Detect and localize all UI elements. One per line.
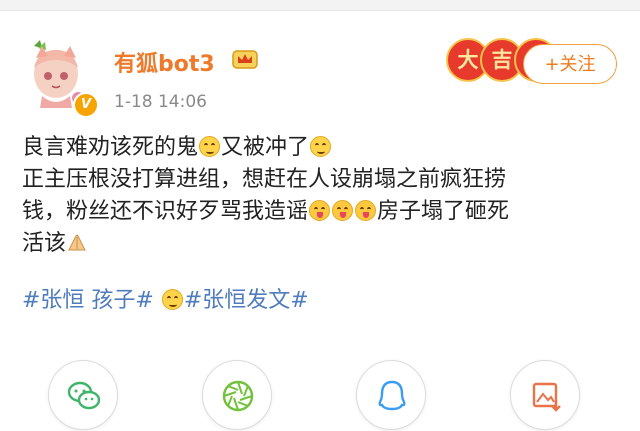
hashtag-link[interactable]: #张恒 孩子#	[22, 288, 154, 313]
post-text-segment: 房子塌了砸死	[377, 199, 510, 224]
post-text-segment: 良言难劝该死的鬼	[22, 135, 199, 160]
grimace-emoji-icon	[310, 136, 332, 157]
follow-button[interactable]: +关注	[523, 44, 617, 84]
grimace-emoji-icon	[199, 136, 221, 157]
verified-badge-icon: V	[73, 92, 99, 118]
grimace-emoji-icon	[161, 289, 183, 310]
post-timestamp: 1-18 14:06	[114, 92, 207, 112]
tongue-emoji-icon	[309, 200, 331, 221]
post-text-segment: 又被冲了	[221, 135, 310, 160]
post-line-4: 活该	[22, 228, 622, 260]
post-tags: #张恒 孩子# #张恒发文#	[22, 285, 309, 317]
crown-icon[interactable]	[232, 48, 258, 70]
share-row	[0, 360, 640, 431]
share-wechat-button[interactable]	[48, 360, 118, 430]
qq-icon	[378, 380, 406, 411]
post-text-segment: 活该	[22, 231, 67, 256]
post-body: 良言难劝该死的鬼 又被冲了 正主压根没打算进组，想赶在人设崩塌之前疯狂捞 钱，粉丝…	[22, 132, 622, 260]
top-divider	[0, 0, 640, 11]
post-text-segment: 正主压根没打算进组，想赶在人设崩塌之前疯狂捞	[22, 167, 507, 192]
tongue-emoji-icon	[355, 200, 377, 221]
username[interactable]: 有狐bot3	[114, 46, 215, 78]
post-text-segment: 钱，粉丝还不识好歹骂我造谣	[22, 199, 309, 224]
share-moments-button[interactable]	[202, 360, 272, 430]
post-line-2: 正主压根没打算进组，想赶在人设崩塌之前疯狂捞	[22, 164, 622, 196]
moments-icon	[222, 380, 254, 412]
hashtag-link[interactable]: #张恒发文#	[184, 288, 309, 313]
save-image-button[interactable]	[510, 360, 580, 430]
share-qq-button[interactable]	[356, 360, 426, 430]
weibo-post-screen: V 有狐bot3 1-18 14:06 大 吉 +关注 良言难劝该死的鬼 又被冲了…	[0, 0, 640, 431]
wechat-icon	[67, 381, 101, 410]
post-line-3: 钱，粉丝还不识好歹骂我造谣 房子塌了砸死	[22, 196, 622, 228]
post-line-1: 良言难劝该死的鬼 又被冲了	[22, 132, 622, 164]
save-image-icon	[532, 382, 561, 412]
pray-hands-emoji-icon	[68, 234, 86, 251]
tongue-emoji-icon	[332, 200, 354, 221]
